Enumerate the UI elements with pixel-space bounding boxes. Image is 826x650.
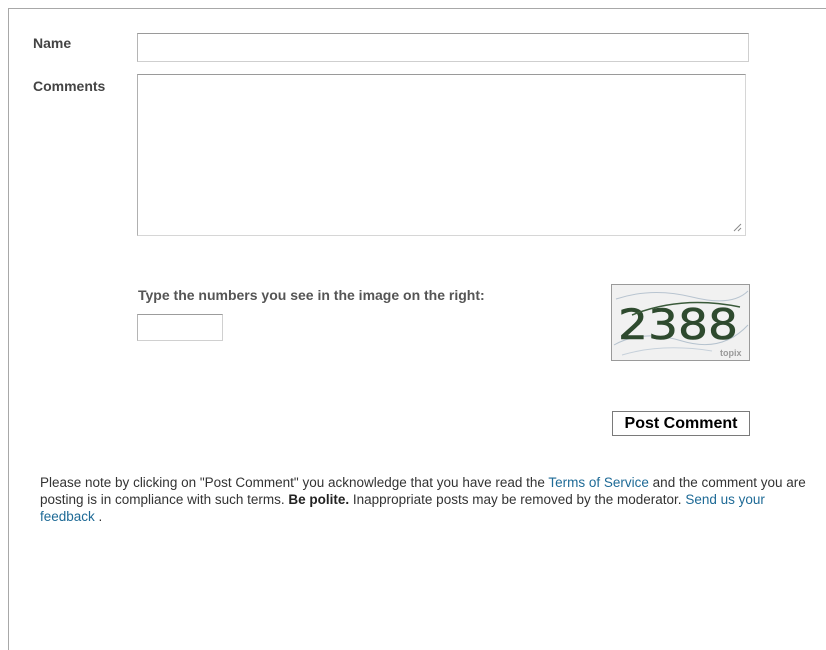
- notice-text-4: .: [94, 509, 103, 524]
- captcha-prompt: Type the numbers you see in the image on…: [138, 287, 485, 303]
- notice-text-3: Inappropriate posts may be removed by th…: [349, 492, 686, 507]
- post-comment-button[interactable]: Post Comment: [612, 411, 750, 436]
- comments-label: Comments: [33, 78, 106, 94]
- notice-text-1: Please note by clicking on "Post Comment…: [40, 475, 549, 490]
- name-label: Name: [33, 35, 72, 51]
- captcha-digits: 2388: [618, 300, 738, 349]
- be-polite-text: Be polite.: [288, 492, 350, 507]
- name-input[interactable]: [137, 33, 749, 62]
- comments-textarea[interactable]: [137, 74, 746, 236]
- captcha-brand-text: topix: [720, 348, 742, 358]
- captcha-input[interactable]: [137, 314, 223, 341]
- captcha-image: 2388 topix: [611, 284, 750, 361]
- resize-grip-icon[interactable]: [732, 222, 742, 232]
- terms-of-service-link[interactable]: Terms of Service: [548, 475, 649, 490]
- posting-notice: Please note by clicking on "Post Comment…: [40, 474, 810, 525]
